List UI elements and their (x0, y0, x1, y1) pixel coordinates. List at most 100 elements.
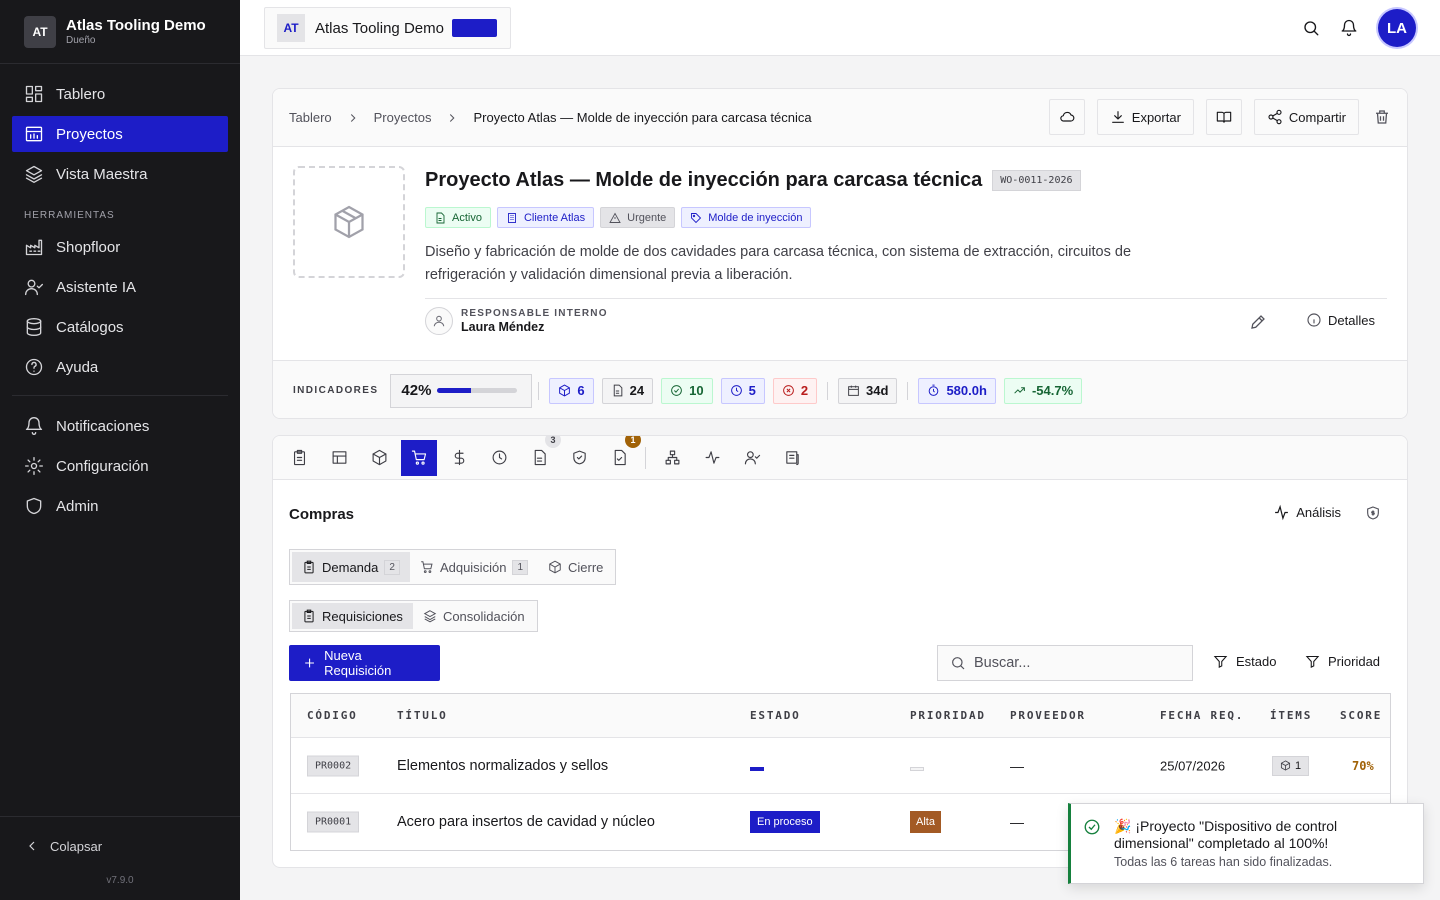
column-header[interactable]: FECHA REQ. (1160, 709, 1244, 722)
project-color-chip (451, 19, 497, 37)
sidebar-item-ayuda[interactable]: Ayuda (12, 349, 228, 385)
sub-tab-consolidacion[interactable]: Consolidación (413, 603, 535, 629)
sidebar-divider (12, 395, 228, 396)
sidebar-item-admin[interactable]: Admin (12, 488, 228, 524)
sidebar-item-proyectos[interactable]: Proyectos (12, 116, 228, 152)
workspace-switcher[interactable]: AT Atlas Tooling Demo Dueño (0, 0, 240, 64)
sidebar: AT Atlas Tooling Demo Dueño Tablero Proy… (0, 0, 240, 900)
column-header[interactable]: PROVEEDOR (1010, 709, 1086, 722)
success-toast[interactable]: 🎉 ¡Proyecto "Dispositivo de control dime… (1068, 803, 1424, 884)
file-check-icon (614, 449, 626, 466)
tag-priority[interactable]: Urgente (600, 207, 676, 228)
database-icon (26, 318, 42, 336)
tab-team[interactable] (734, 440, 770, 476)
activity-icon (705, 451, 719, 464)
column-header[interactable]: ÍTEMS (1270, 709, 1312, 722)
bell-icon (25, 417, 43, 435)
filter-status-button[interactable]: Estado (1213, 654, 1276, 669)
kpi-value: -54.7% (1031, 383, 1074, 398)
kpi-completed[interactable]: 10 (661, 377, 713, 404)
tab-components[interactable] (361, 440, 397, 476)
project-image-placeholder[interactable] (293, 166, 405, 278)
tab-table[interactable] (321, 440, 357, 476)
sidebar-item-catalogos[interactable]: Catálogos (12, 309, 228, 345)
column-header[interactable]: TÍTULO (397, 709, 448, 722)
clock-icon (730, 385, 742, 396)
tab-quality[interactable] (561, 440, 597, 476)
tab-approvals[interactable]: 1 (601, 436, 641, 476)
search-icon[interactable] (1302, 19, 1320, 37)
tab-time[interactable] (481, 440, 517, 476)
column-header[interactable]: PRIORIDAD (910, 709, 986, 722)
separator (827, 381, 829, 400)
warning-icon (609, 212, 621, 223)
table-row[interactable]: PR0002 Elementos normalizados y sellos —… (291, 738, 1390, 794)
breadcrumb-item-proyectos[interactable]: Proyectos (374, 110, 432, 125)
tab-costs[interactable] (441, 440, 477, 476)
kpi-in-progress[interactable]: 5 (720, 377, 765, 404)
sidebar-item-shopfloor[interactable]: Shopfloor (12, 229, 228, 265)
kpi-days[interactable]: 34d (838, 377, 898, 404)
sub-tab-requisiciones[interactable]: Requisiciones (292, 603, 413, 629)
tab-reports[interactable] (774, 440, 810, 476)
sidebar-item-notificaciones[interactable]: Notificaciones (12, 408, 228, 444)
tab-documents[interactable]: 3 (521, 436, 561, 476)
analysis-button[interactable]: Análisis (1273, 504, 1341, 521)
sidebar-item-label: Catálogos (56, 318, 124, 336)
stage-tab-count: 1 (512, 559, 528, 575)
sidebar-item-configuracion[interactable]: Configuración (12, 448, 228, 484)
sidebar-item-vista-maestra[interactable]: Vista Maestra (12, 156, 228, 192)
tag-client[interactable]: Cliente Atlas (496, 207, 595, 228)
tag-status[interactable]: Activo (425, 207, 491, 228)
tab-activity[interactable] (694, 440, 730, 476)
share-button[interactable]: Compartir (1253, 99, 1359, 135)
column-header[interactable]: SCORE (1340, 709, 1382, 722)
section-title: Compras (289, 506, 355, 523)
breadcrumb-item-tablero[interactable]: Tablero (289, 110, 332, 125)
tab-structure[interactable] (654, 440, 690, 476)
sidebar-item-asistente-ia[interactable]: Asistente IA (12, 269, 228, 305)
export-button[interactable]: Exportar (1096, 99, 1194, 135)
building-icon (508, 212, 516, 223)
trash-icon[interactable] (1373, 108, 1391, 126)
kpi-components[interactable]: 6 (549, 377, 594, 404)
sidebar-item-tablero[interactable]: Tablero (12, 76, 228, 112)
bell-icon[interactable] (1340, 19, 1358, 37)
tag-label: Urgente (627, 211, 667, 224)
details-button[interactable]: Detalles (1306, 312, 1375, 328)
share-label: Compartir (1288, 109, 1346, 125)
timer-icon (929, 384, 939, 396)
edit-icon[interactable] (1249, 313, 1267, 331)
row-title: Acero para insertos de cavidad y núcleo (397, 814, 655, 830)
filter-priority-button[interactable]: Prioridad (1305, 654, 1380, 669)
shield-dollar-icon[interactable] (1365, 505, 1381, 521)
stage-tab-cierre[interactable]: Cierre (538, 552, 613, 582)
sub-tabs: Requisiciones Consolidación (289, 600, 538, 632)
row-supplier: — (1010, 757, 1024, 774)
dollar-icon (454, 449, 464, 466)
cloud-sync-button[interactable] (1048, 99, 1085, 135)
column-header[interactable]: CÓDIGO (307, 709, 358, 722)
column-header[interactable]: ESTADO (750, 709, 801, 722)
kpi-documents[interactable]: 24 (601, 377, 654, 404)
collapse-sidebar-button[interactable]: Colapsar (0, 817, 240, 875)
kpi-hours[interactable]: 580.0h (918, 377, 996, 404)
tag-type[interactable]: Molde de inyección (681, 207, 812, 228)
cube-icon (1280, 760, 1291, 771)
user-avatar[interactable]: LA (1378, 9, 1416, 47)
assistant-icon (25, 279, 43, 296)
project-switcher[interactable]: AT Atlas Tooling Demo (264, 7, 511, 49)
book-button[interactable] (1205, 99, 1242, 135)
kpi-blocked[interactable]: 2 (772, 377, 818, 404)
stage-tab-label: Demanda (322, 559, 379, 575)
tab-tasks[interactable] (281, 440, 317, 476)
stage-tab-adquisicion[interactable]: Adquisición 1 (410, 552, 538, 582)
new-requisition-button[interactable]: Nueva Requisición (289, 645, 440, 681)
tab-purchases[interactable] (401, 439, 437, 476)
tag-icon (691, 212, 702, 223)
kpi-value: 34d (866, 383, 889, 398)
kpi-trend[interactable]: -54.7% (1003, 377, 1083, 404)
sidebar-item-label: Admin (56, 497, 99, 515)
search-input[interactable] (974, 655, 1174, 671)
stage-tab-demanda[interactable]: Demanda 2 (292, 552, 410, 582)
